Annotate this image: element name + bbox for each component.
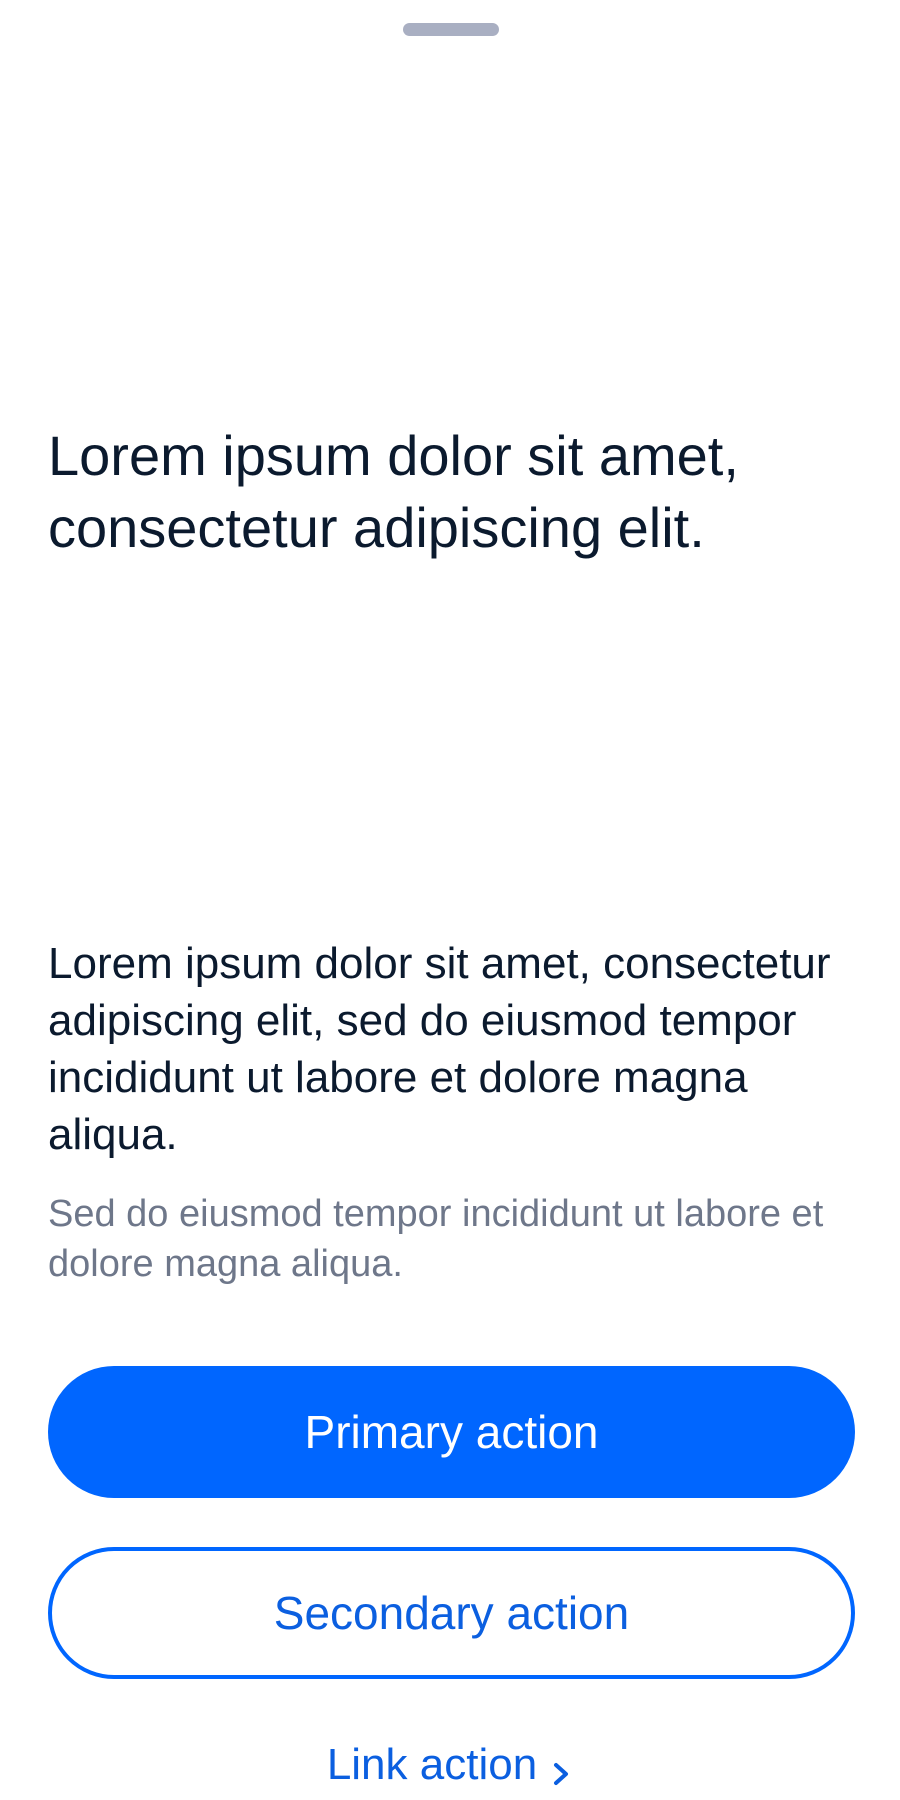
chevron-right-icon [549, 1750, 573, 1785]
sheet-grabber-handle[interactable] [403, 23, 499, 36]
primary-action-button[interactable]: Primary action [48, 1366, 855, 1498]
body-text: Lorem ipsum dolor sit amet, consectetur … [48, 939, 831, 1159]
link-action-label: Link action [326, 1740, 538, 1789]
secondary-action-label: Secondary action [273, 1587, 630, 1639]
link-action[interactable]: Link action [0, 1740, 900, 1790]
headline: Lorem ipsum dolor sit amet, consectetur … [48, 424, 739, 559]
bottom-sheet: Lorem ipsum dolor sit amet, consectetur … [0, 0, 900, 1800]
primary-action-label: Primary action [304, 1406, 599, 1458]
secondary-text: Sed do eiusmod tempor incididunt ut labo… [48, 1193, 824, 1285]
secondary-action-button[interactable]: Secondary action [48, 1547, 855, 1679]
